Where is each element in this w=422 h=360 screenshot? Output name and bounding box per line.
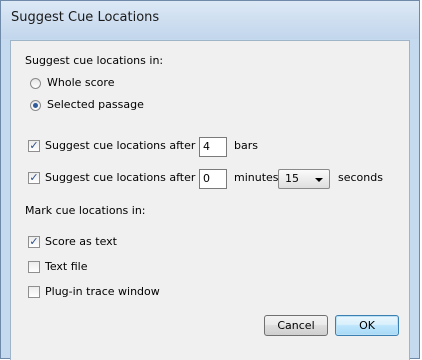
plugin-trace-checkbox[interactable] — [28, 286, 40, 298]
bars-checkbox-row[interactable]: ✓ Suggest cue locations after — [28, 139, 198, 155]
chevron-down-icon — [315, 178, 323, 182]
seconds-unit-label: seconds — [338, 171, 383, 184]
seconds-dropdown-value: 15 — [285, 172, 299, 185]
radio-whole-score-circle[interactable] — [30, 78, 41, 89]
radio-selected-passage[interactable]: Selected passage — [30, 98, 170, 114]
minutes-input[interactable]: 0 — [199, 169, 227, 189]
dialog-title: Suggest Cue Locations — [11, 10, 160, 25]
text-file-row[interactable]: Text file — [28, 260, 128, 276]
radio-selected-dot — [33, 103, 38, 108]
dialog-window: Suggest Cue Locations Suggest cue locati… — [0, 0, 420, 360]
plugin-trace-label: Plug-in trace window — [45, 285, 160, 298]
mark-section-heading: Mark cue locations in: — [25, 204, 146, 217]
text-file-checkbox[interactable] — [28, 261, 40, 273]
title-bar[interactable]: Suggest Cue Locations — [1, 1, 419, 39]
radio-whole-score[interactable]: Whole score — [30, 76, 160, 92]
radio-selected-passage-circle[interactable] — [30, 100, 41, 111]
minutes-unit-label: minutes — [234, 171, 279, 184]
text-file-label: Text file — [45, 260, 88, 273]
score-as-text-label: Score as text — [45, 235, 117, 248]
score-as-text-checkbox[interactable]: ✓ — [28, 236, 40, 248]
suggest-section-heading: Suggest cue locations in: — [25, 54, 164, 67]
bars-checkbox[interactable]: ✓ — [28, 140, 40, 152]
dialog-body: Suggest cue locations in: Whole score Se… — [10, 40, 410, 360]
bars-input[interactable]: 4 — [199, 137, 227, 157]
cancel-button[interactable]: Cancel — [264, 315, 328, 336]
time-checkbox-row[interactable]: ✓ Suggest cue locations after — [28, 171, 198, 187]
radio-selected-passage-label: Selected passage — [47, 98, 144, 111]
seconds-dropdown[interactable]: 15 — [278, 169, 330, 189]
ok-button[interactable]: OK — [335, 315, 399, 336]
time-checkbox-label: Suggest cue locations after — [45, 171, 196, 184]
time-checkbox[interactable]: ✓ — [28, 172, 40, 184]
bars-checkbox-label: Suggest cue locations after — [45, 139, 196, 152]
score-as-text-row[interactable]: ✓ Score as text — [28, 235, 148, 251]
radio-whole-score-label: Whole score — [47, 76, 115, 89]
bars-unit-label: bars — [234, 139, 258, 152]
plugin-trace-row[interactable]: Plug-in trace window — [28, 285, 178, 301]
